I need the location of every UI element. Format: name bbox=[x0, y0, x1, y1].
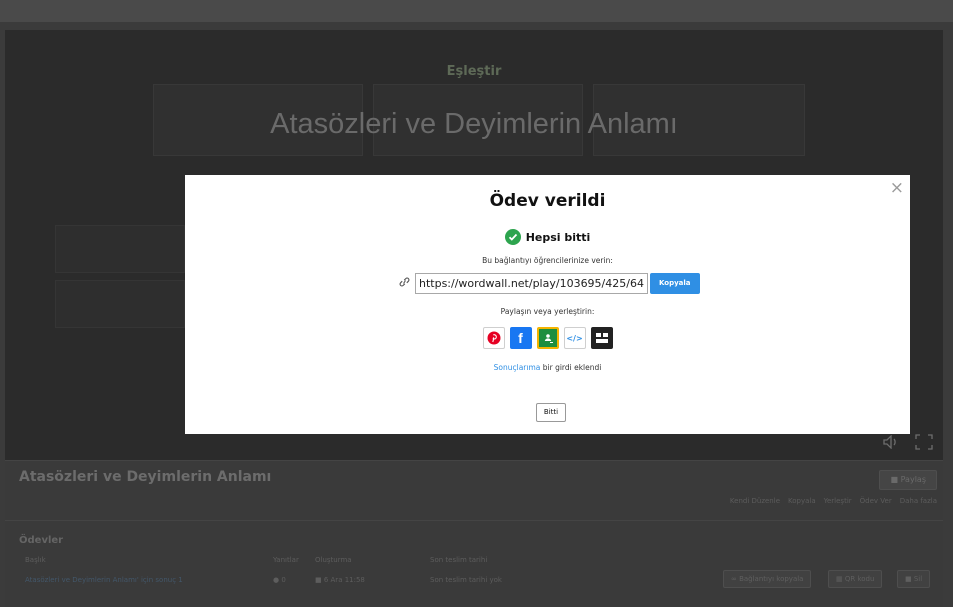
widget-icon[interactable] bbox=[590, 327, 613, 349]
finish-button[interactable]: Bitti bbox=[536, 403, 566, 422]
calendar-icon: ■ bbox=[315, 576, 324, 584]
action-edit[interactable]: Kendi Düzenle bbox=[730, 497, 780, 505]
link-icon: ∞ bbox=[731, 575, 740, 583]
google-classroom-icon[interactable] bbox=[536, 327, 559, 349]
results-suffix: bir girdi eklendi bbox=[540, 363, 602, 372]
embed-icon[interactable]: </> bbox=[563, 327, 586, 349]
share-button[interactable]: ■ Paylaş bbox=[879, 470, 937, 490]
assignment-answers: ● 0 bbox=[273, 576, 286, 584]
done-text: Hepsi bitti bbox=[525, 230, 591, 244]
copy-link-button[interactable]: ∞ Bağlantıyı kopyala bbox=[723, 570, 812, 588]
activity-info-panel: Atasözleri ve Deyimlerin Anlamı ■ Paylaş… bbox=[5, 460, 943, 520]
column-header-deadline: Son teslim tarihi bbox=[430, 556, 488, 564]
share-instructions: Paylaşın veya yerleştirin: bbox=[500, 307, 595, 316]
action-copy[interactable]: Kopyala bbox=[788, 497, 816, 505]
activity-info-title: Atasözleri ve Deyimlerin Anlamı bbox=[19, 469, 272, 485]
lock-icon: ■ bbox=[890, 475, 901, 484]
facebook-icon[interactable]: f bbox=[509, 327, 532, 349]
qr-code-button[interactable]: ▦ QR kodu bbox=[828, 570, 883, 588]
column-header-title: Başlık bbox=[25, 556, 46, 564]
column-header-created: Oluşturma bbox=[315, 556, 352, 564]
share-button-label: Paylaş bbox=[900, 475, 926, 484]
done-status: Hepsi bitti bbox=[185, 229, 910, 245]
assignment-url-input[interactable] bbox=[415, 273, 648, 294]
results-link[interactable]: Sonuçlarıma bbox=[494, 363, 541, 372]
check-icon bbox=[504, 229, 521, 245]
delete-button[interactable]: ■ Sil bbox=[897, 570, 931, 588]
link-icon bbox=[398, 277, 412, 290]
activity-answer-box bbox=[55, 225, 185, 273]
assignment-deadline: Son teslim tarihi yok bbox=[430, 576, 502, 584]
top-bar bbox=[0, 0, 953, 22]
fullscreen-icon[interactable] bbox=[915, 434, 933, 454]
assignment-title-link[interactable]: Atasözleri ve Deyimlerin Anlamı' için so… bbox=[25, 576, 183, 584]
activity-title: Atasözleri ve Deyimlerin Anlamı bbox=[270, 108, 678, 140]
action-more[interactable]: Daha fazla bbox=[900, 497, 937, 505]
share-icons: f </> bbox=[185, 327, 910, 349]
assignment-done-modal: × Ödev verildi Hepsi bitti Bu bağlantıyı… bbox=[185, 175, 910, 434]
action-assign[interactable]: Ödev Ver bbox=[860, 497, 892, 505]
assignments-heading: Ödevler bbox=[19, 535, 64, 546]
activity-actions: Kendi Düzenle Kopyala Yerleştir Ödev Ver… bbox=[730, 497, 937, 505]
activity-subtitle: Eşleştir bbox=[446, 64, 502, 79]
volume-icon[interactable] bbox=[883, 434, 901, 454]
copy-button[interactable]: Kopyala bbox=[650, 273, 700, 294]
link-row: Kopyala bbox=[398, 273, 700, 294]
results-message: Sonuçlarıma bir girdi eklendi bbox=[185, 363, 910, 372]
action-embed[interactable]: Yerleştir bbox=[824, 497, 852, 505]
modal-title: Ödev verildi bbox=[489, 191, 606, 211]
pinterest-icon[interactable] bbox=[482, 327, 505, 349]
trash-icon: ■ bbox=[905, 575, 914, 583]
column-header-answers: Yanıtlar bbox=[273, 556, 299, 564]
give-link-instructions: Bu bağlantıyı öğrencilerinize verin: bbox=[482, 256, 613, 265]
qr-icon: ▦ bbox=[836, 575, 845, 583]
activity-controls bbox=[883, 434, 933, 454]
assignment-created: ■ 6 Ara 11:58 bbox=[315, 576, 365, 584]
assignments-panel: Ödevler Başlık Yanıtlar Oluşturma Son te… bbox=[5, 520, 943, 607]
activity-answer-box bbox=[55, 280, 185, 328]
